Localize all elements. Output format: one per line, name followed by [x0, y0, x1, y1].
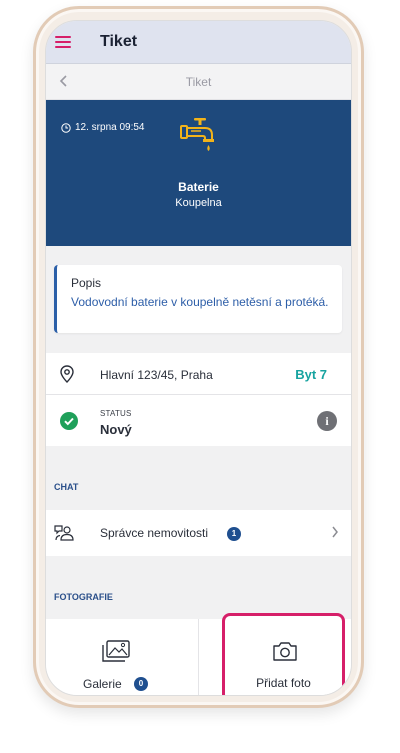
- people-icon: [54, 525, 74, 541]
- ticket-title: Baterie: [178, 180, 219, 194]
- app-screen: Tiket Tiket 12. srpna 09:54 Baterie Koup…: [45, 20, 352, 696]
- description-label: Popis: [71, 276, 102, 290]
- ticket-info-card: Hlavní 123/45, Praha Byt 7 STATUS Nový i: [46, 353, 351, 446]
- check-circle-icon: [60, 412, 78, 430]
- gallery-count-badge: 0: [134, 677, 148, 691]
- add-photo-label: Přidat foto: [256, 676, 311, 690]
- photos-row: Galerie 0 Přidat foto: [46, 613, 351, 695]
- camera-icon: [273, 642, 297, 661]
- status-row: STATUS Nový i: [46, 395, 351, 446]
- clock-icon: [61, 122, 71, 133]
- nav-bar: Tiket: [46, 64, 351, 100]
- info-icon[interactable]: i: [317, 411, 337, 431]
- flat-number: Byt 7: [295, 367, 327, 382]
- ticket-time-text: 12. srpna 09:54: [75, 122, 145, 133]
- chat-item-label: Správce nemovitosti: [100, 526, 209, 540]
- app-bar: Tiket: [46, 21, 351, 64]
- faucet-icon: [180, 118, 214, 151]
- ticket-header: 12. srpna 09:54 Baterie Koupelna: [46, 100, 351, 246]
- gallery-label: Galerie: [83, 677, 122, 691]
- app-title: Tiket: [100, 33, 138, 50]
- gallery-icon: [102, 640, 130, 662]
- status-value: Nový: [100, 422, 132, 437]
- chat-unread-badge: 1: [227, 527, 241, 541]
- status-label: STATUS: [100, 409, 132, 418]
- chevron-right-icon: [330, 524, 340, 543]
- description-text: Vodovodní baterie v koupelně netěsní a p…: [71, 295, 329, 309]
- gallery-button[interactable]: Galerie 0: [46, 619, 199, 695]
- ticket-time: 12. srpna 09:54: [61, 122, 145, 133]
- address-text: Hlavní 123/45, Praha: [100, 368, 213, 382]
- chat-section-title: CHAT: [54, 482, 79, 492]
- photos-section-title: FOTOGRAFIE: [54, 592, 113, 602]
- ticket-room: Koupelna: [175, 197, 222, 209]
- address-row: Hlavní 123/45, Praha Byt 7: [46, 353, 351, 395]
- nav-title: Tiket: [185, 75, 212, 89]
- menu-icon[interactable]: [55, 36, 71, 48]
- location-pin-icon: [60, 365, 74, 383]
- description-card: Popis Vodovodní baterie v koupelně netěs…: [54, 265, 342, 333]
- add-photo-button[interactable]: Přidat foto: [222, 613, 345, 695]
- chat-item-property-manager[interactable]: Správce nemovitosti 1: [46, 510, 351, 556]
